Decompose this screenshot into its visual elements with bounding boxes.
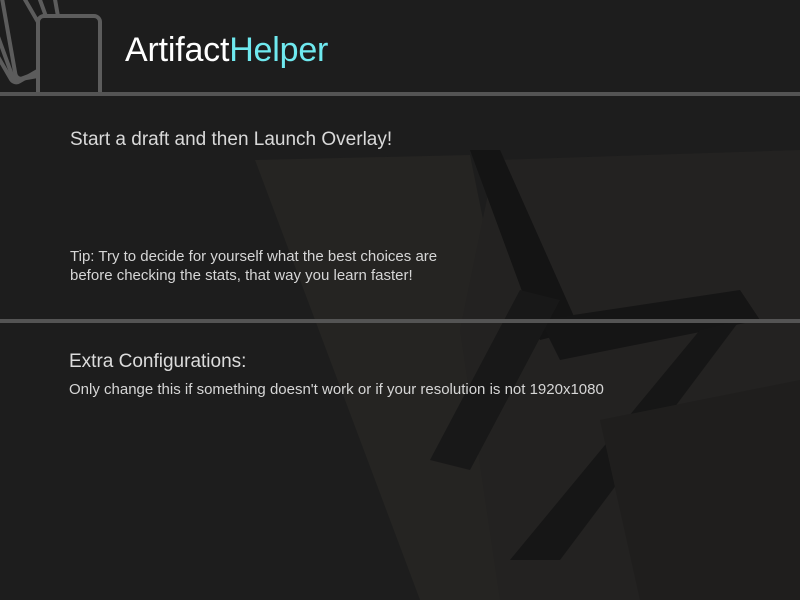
extra-config-description: Only change this if something doesn't wo… [69, 381, 604, 398]
section-divider [0, 319, 800, 323]
tip-text: Tip: Try to decide for yourself what the… [70, 247, 510, 285]
instruction-text: Start a draft and then Launch Overlay! [70, 129, 393, 150]
app-title-part1: Artifact [125, 31, 230, 69]
header-divider [0, 92, 800, 96]
extra-config-title: Extra Configurations: [69, 351, 247, 372]
tip-line-2: before checking the stats, that way you … [70, 267, 413, 284]
tip-line-1: Tip: Try to decide for yourself what the… [70, 248, 438, 265]
app-header: ArtifactHelper [0, 0, 800, 104]
app-title: ArtifactHelper [125, 30, 328, 70]
cards-icon [0, 0, 110, 104]
app-title-part2: Helper [229, 31, 329, 69]
